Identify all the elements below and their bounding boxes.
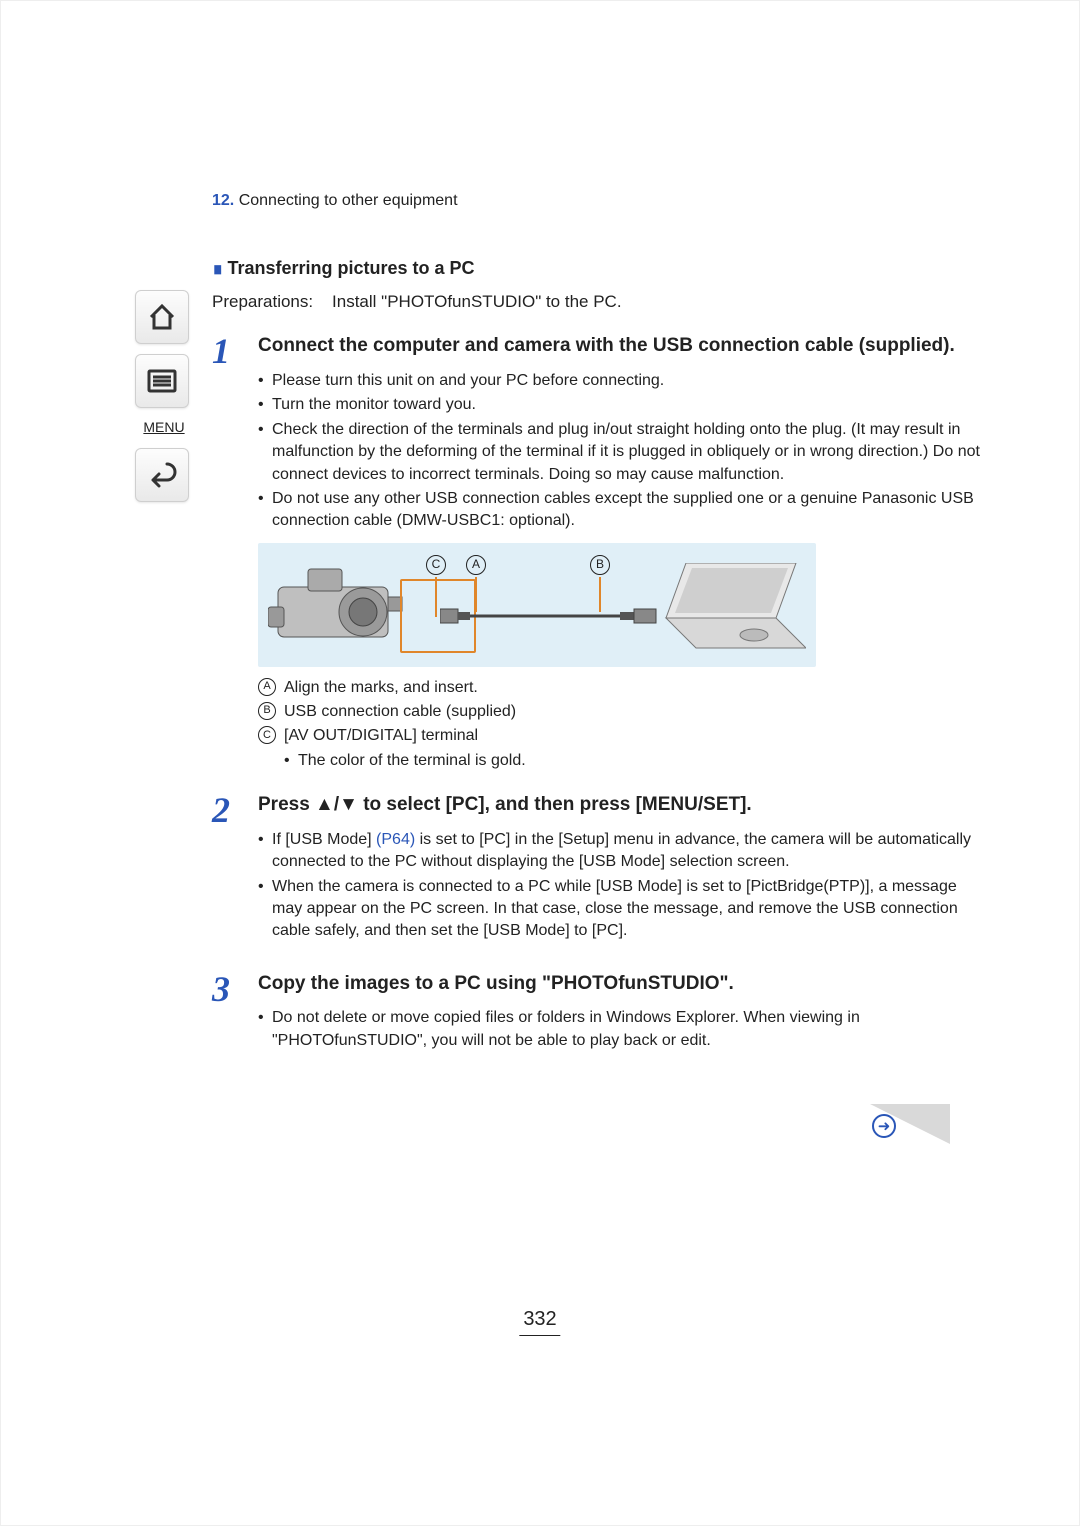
step-number: 2 <box>212 792 242 953</box>
legend-marker: A <box>258 678 276 696</box>
side-nav: MENU <box>135 290 193 502</box>
section-heading: ∎Transferring pictures to a PC <box>212 256 982 281</box>
preparations-line: Preparations: Install "PHOTOfunSTUDIO" t… <box>212 290 982 314</box>
step-2-bullets: If [USB Mode] (P64) is set to [PC] in th… <box>258 829 982 943</box>
legend-marker: C <box>258 726 276 744</box>
diagram-label-c: C <box>426 555 446 575</box>
page-link-p64[interactable]: (P64) <box>376 831 415 848</box>
step-3: 3 Copy the images to a PC using "PHOTOfu… <box>212 971 982 1062</box>
toc-button[interactable] <box>135 354 189 408</box>
step-number: 1 <box>212 333 242 774</box>
step-3-bullets: Do not delete or move copied files or fo… <box>258 1007 982 1052</box>
step-number: 3 <box>212 971 242 1062</box>
diagram-label-a: A <box>466 555 486 575</box>
diagram-legend: AAlign the marks, and insert. BUSB conne… <box>258 677 982 773</box>
back-button[interactable] <box>135 448 189 502</box>
chapter-number: 12. <box>212 192 234 209</box>
step-1-bullets: Please turn this unit on and your PC bef… <box>258 370 982 533</box>
callout-line <box>435 577 437 617</box>
home-icon <box>147 303 177 331</box>
usb-cable-icon <box>440 605 658 627</box>
step-2: 2 Press ▲/▼ to select [PC], and then pre… <box>212 792 982 953</box>
square-bullet-icon: ∎ <box>212 258 223 278</box>
manual-page: MENU 12. Connecting to other equipment ∎… <box>0 0 1080 1526</box>
step-title: Press ▲/▼ to select [PC], and then press… <box>258 792 982 819</box>
laptop-icon <box>656 563 806 653</box>
breadcrumb: 12. Connecting to other equipment <box>212 190 982 212</box>
diagram-label-b: B <box>590 555 610 575</box>
connection-diagram: C A B <box>258 543 816 667</box>
legend-marker: B <box>258 702 276 720</box>
step-title: Copy the images to a PC using "PHOTOfunS… <box>258 971 982 998</box>
step-1: 1 Connect the computer and camera with t… <box>212 333 982 774</box>
page-content: 12. Connecting to other equipment ∎Trans… <box>212 190 982 1062</box>
camera-icon <box>268 557 418 657</box>
next-page-corner[interactable]: ➜ <box>870 1104 950 1144</box>
home-button[interactable] <box>135 290 189 344</box>
next-arrow-icon: ➜ <box>872 1114 896 1138</box>
step-title: Connect the computer and camera with the… <box>258 333 982 360</box>
chapter-title: Connecting to other equipment <box>239 192 458 209</box>
back-icon <box>147 462 177 488</box>
menu-button[interactable]: MENU <box>135 418 193 438</box>
page-number: 332 <box>519 1305 560 1336</box>
list-icon <box>147 369 177 393</box>
